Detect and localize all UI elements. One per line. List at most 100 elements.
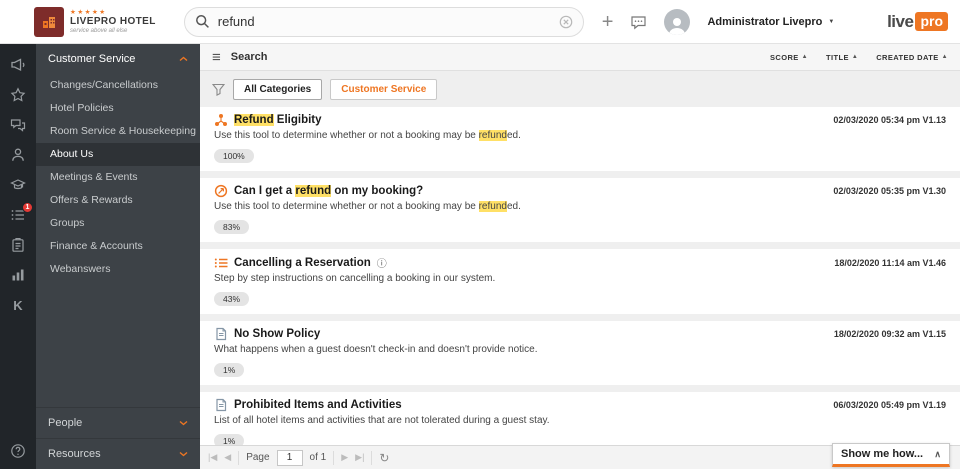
sort-label: CREATED DATE (876, 52, 939, 62)
hotel-name: LIVEPRO HOTEL (70, 16, 156, 28)
result-description: Use this tool to determine whether or no… (214, 130, 521, 141)
sidebar-item-offers-rewards[interactable]: Offers & Rewards (36, 189, 200, 212)
page-label: Page (246, 452, 270, 463)
section-label: Customer Service (48, 53, 136, 65)
activity-feed-icon[interactable]: 1 (10, 202, 33, 223)
relevance-score-badge: 100% (214, 149, 254, 163)
category-sidebar: Customer Service Changes/Cancellations H… (36, 44, 200, 469)
refresh-icon[interactable]: ↻ (379, 451, 389, 465)
result-date-version: 02/03/2020 05:34 pm V1.13 (833, 115, 946, 125)
hotel-tagline: service above all else (70, 27, 128, 34)
search-highlight: refund (295, 185, 332, 197)
training-cap-icon[interactable] (10, 177, 26, 193)
sort-by-title[interactable]: TITLE ▲ (826, 53, 858, 62)
decision-tree-icon (214, 113, 228, 127)
search-icon (195, 14, 210, 29)
info-icon[interactable]: ⓘ (377, 255, 387, 270)
sidebar-item-groups[interactable]: Groups (36, 212, 200, 235)
search-result-item[interactable]: Refund Eligibity 02/03/2020 05:34 pm V1.… (200, 107, 960, 171)
announcements-icon[interactable] (10, 57, 26, 73)
result-date-version: 18/02/2020 09:32 am V1.15 (833, 329, 946, 339)
sidebar-item-changes-cancellations[interactable]: Changes/Cancellations (36, 74, 200, 97)
relevance-score-badge: 1% (214, 434, 245, 445)
user-menu[interactable]: Administrator Livepro ▼ (707, 16, 834, 28)
reports-chart-icon[interactable] (10, 267, 26, 283)
checklist-icon (214, 256, 228, 270)
filter-tab-all-categories[interactable]: All Categories (233, 79, 323, 100)
search-result-item[interactable]: Prohibited Items and Activities 06/03/20… (200, 392, 960, 445)
result-title: Can I get a refund on my booking? (234, 185, 424, 197)
search-result-item[interactable]: No Show Policy 18/02/2020 09:32 am V1.15… (200, 321, 960, 385)
sidebar-item-room-service[interactable]: Room Service & Housekeeping (36, 120, 200, 143)
livepro-brand-logo: live pro (887, 12, 948, 32)
relevance-score-badge: 43% (214, 292, 250, 306)
brand-pro-text: pro (915, 12, 948, 31)
menu-icon[interactable]: ≡ (212, 50, 221, 65)
sidebar-section-resources[interactable]: Resources (36, 438, 200, 469)
filter-funnel-icon[interactable] (212, 83, 225, 96)
sort-label: SCORE (770, 52, 799, 62)
filter-tab-customer-service[interactable]: Customer Service (330, 79, 438, 100)
document-icon (214, 398, 228, 412)
relevance-score-badge: 1% (214, 363, 245, 377)
help-icon[interactable] (10, 443, 26, 459)
search-highlight: Refund (234, 114, 274, 126)
sort-by-score[interactable]: SCORE ▲ (770, 53, 808, 62)
previous-page-button[interactable]: ◀ (224, 452, 231, 463)
page-count-label: of 1 (309, 452, 327, 463)
divider (371, 450, 373, 465)
next-page-button[interactable]: ▶ (341, 452, 348, 463)
sidebar-section-customer-service[interactable]: Customer Service (36, 44, 200, 74)
conversations-icon[interactable] (10, 117, 26, 133)
clear-search-icon[interactable] (559, 15, 573, 29)
sort-asc-icon: ▲ (801, 54, 809, 60)
hotel-logo-icon (34, 6, 64, 37)
sidebar-section-people[interactable]: People (36, 407, 200, 438)
tasks-clipboard-icon[interactable] (10, 237, 26, 253)
sidebar-item-about-us[interactable]: About Us (36, 143, 200, 166)
page-title: Search (230, 51, 268, 63)
search-results-panel: ≡ Search SCORE ▲ TITLE ▲ CREATED DATE ▲ … (200, 44, 960, 469)
sidebar-item-meetings-events[interactable]: Meetings & Events (36, 166, 200, 189)
add-icon[interactable]: + (602, 12, 614, 32)
chevron-down-icon (179, 451, 188, 457)
result-date-version: 18/02/2020 11:14 am V1.46 (834, 257, 946, 268)
divider (333, 450, 335, 465)
results-toolbar: ≡ Search SCORE ▲ TITLE ▲ CREATED DATE ▲ (200, 44, 960, 71)
feedback-chat-icon[interactable] (630, 14, 647, 30)
search-box[interactable] (183, 6, 584, 37)
section-label: Resources (48, 448, 101, 460)
search-input[interactable] (217, 14, 551, 29)
result-date-version: 02/03/2020 05:35 pm V1.30 (833, 186, 946, 196)
results-list: Refund Eligibity 02/03/2020 05:34 pm V1.… (200, 107, 960, 445)
top-bar: ★★★★★ LIVEPRO HOTEL service above all el… (0, 0, 960, 44)
sort-by-created-date[interactable]: CREATED DATE ▲ (876, 53, 948, 62)
user-avatar[interactable] (664, 8, 691, 35)
icon-rail: 1 K (0, 44, 36, 469)
user-name: Administrator Livepro (707, 15, 823, 28)
notification-badge: 1 (22, 202, 33, 213)
contacts-icon[interactable] (10, 147, 26, 163)
result-title: Refund Eligibity (234, 114, 322, 126)
page-number-input[interactable] (276, 449, 303, 466)
search-result-item[interactable]: Cancelling a Reservation ⓘ 18/02/2020 11… (200, 249, 960, 314)
last-page-button[interactable]: ▶| (355, 452, 364, 463)
relevance-score-badge: 83% (214, 220, 250, 234)
show-me-how-widget[interactable]: Show me how... ∧ (832, 443, 950, 467)
result-title: No Show Policy (234, 328, 321, 340)
divider (238, 450, 240, 465)
show-me-how-label: Show me how... (841, 448, 924, 460)
sidebar-item-webanswers[interactable]: Webanswers (36, 258, 200, 281)
sort-asc-icon: ▲ (941, 54, 948, 60)
brand-live-text: live (887, 11, 914, 31)
sidebar-item-finance-accounts[interactable]: Finance & Accounts (36, 235, 200, 258)
collapse-chevron-icon[interactable]: ∧ (934, 449, 941, 460)
sidebar-item-hotel-policies[interactable]: Hotel Policies (36, 97, 200, 120)
knowledge-k-icon[interactable]: K (10, 297, 26, 313)
first-page-button[interactable]: |◀ (208, 452, 217, 463)
hotel-logo: ★★★★★ LIVEPRO HOTEL service above all el… (34, 6, 156, 37)
section-label: People (48, 417, 83, 429)
search-result-item[interactable]: Can I get a refund on my booking? 02/03/… (200, 178, 960, 242)
favorites-star-icon[interactable] (10, 87, 26, 103)
result-description: List of all hotel items and activities t… (214, 415, 550, 426)
